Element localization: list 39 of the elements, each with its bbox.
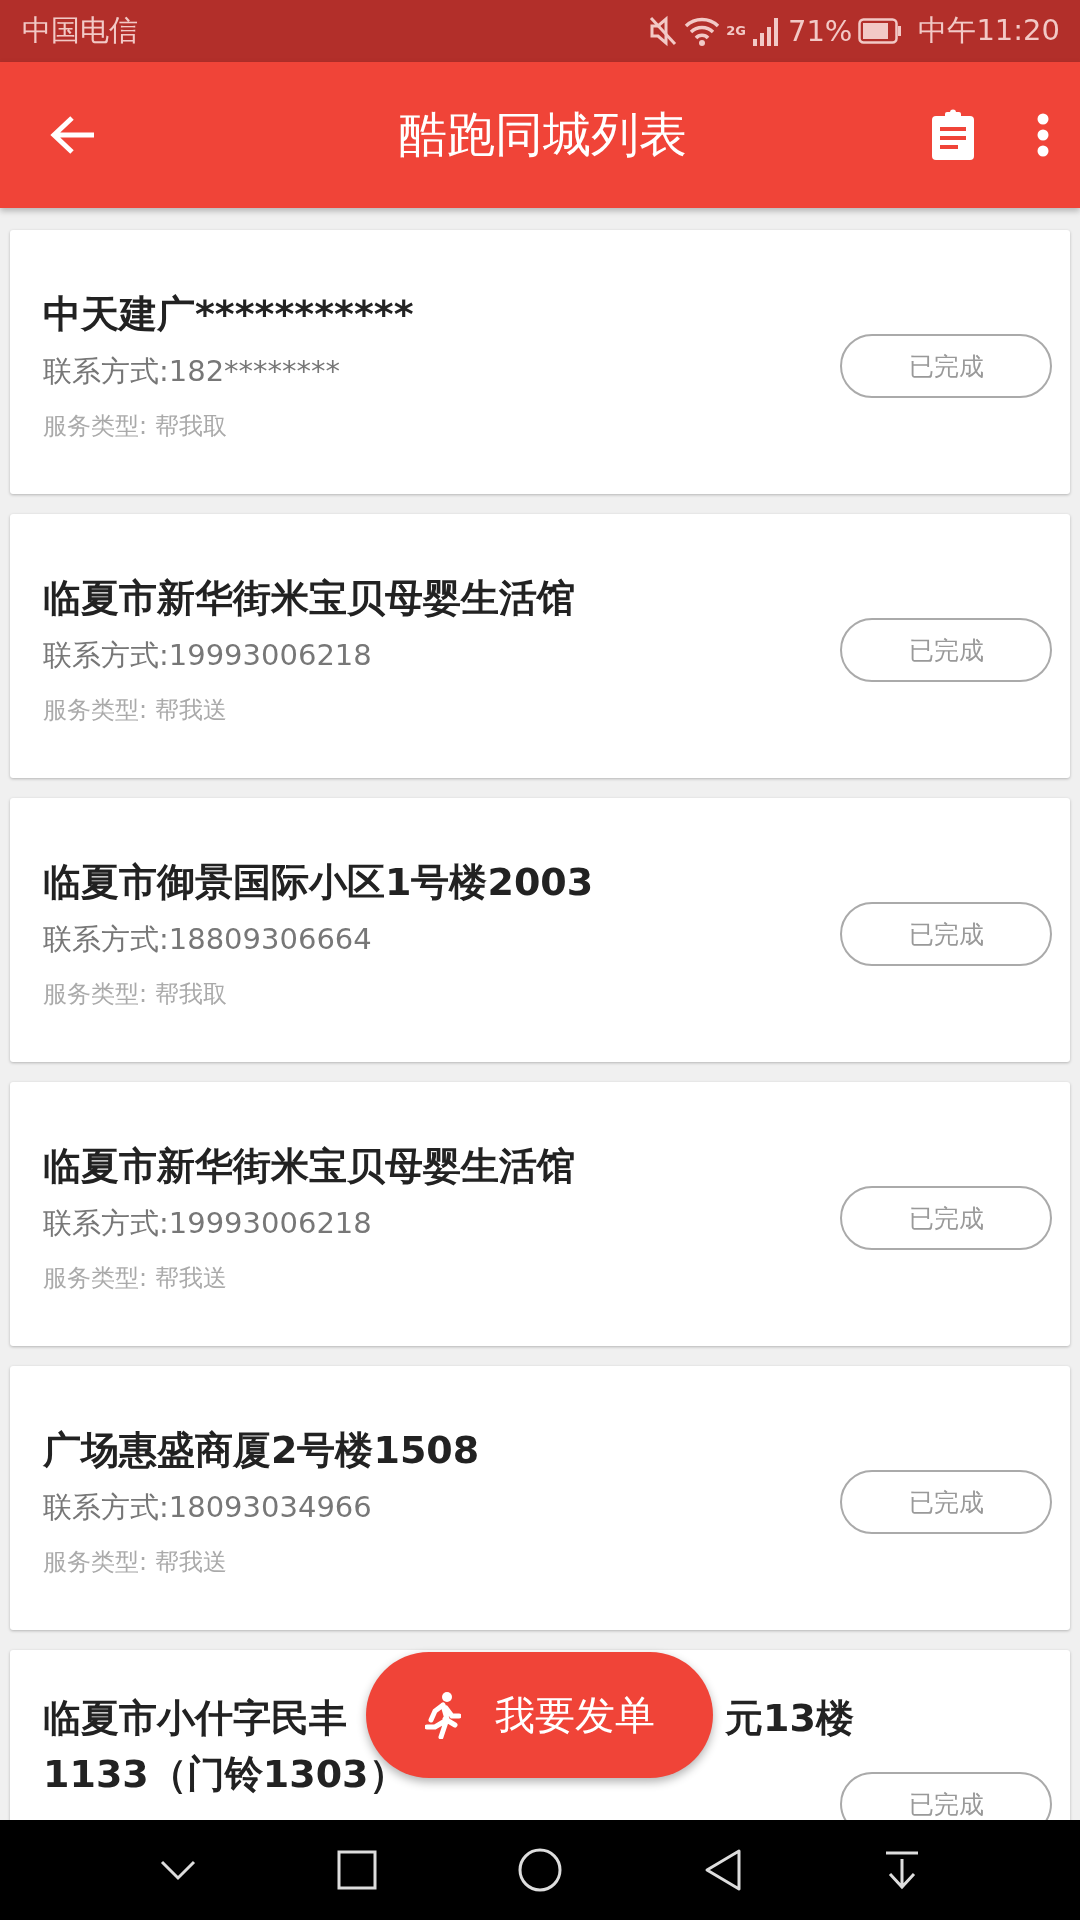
clock-time: 中午11:20 — [918, 12, 1060, 49]
network-type: 2G — [726, 23, 746, 38]
order-title: 临夏市新华街米宝贝母婴生活馆 — [43, 1143, 576, 1190]
contact-info: 联系方式:18093034966 — [43, 1489, 373, 1526]
contact-info: 联系方式:182******** — [43, 353, 342, 390]
mute-icon — [648, 15, 679, 47]
back-arrow-icon — [50, 115, 96, 155]
recents-button[interactable] — [337, 1850, 378, 1890]
order-title: 中天建广*********** — [43, 291, 415, 338]
order-title: 临夏市御景国际小区1号楼2003 — [43, 859, 595, 906]
service-type: 服务类型: 帮我送 — [43, 1547, 228, 1578]
order-title: 元13楼 — [725, 1695, 854, 1742]
wifi-icon — [684, 15, 721, 47]
more-icon — [1036, 113, 1050, 157]
service-type: 服务类型: 帮我取 — [43, 979, 228, 1010]
battery-level: 71% — [787, 14, 853, 48]
collapse-icon[interactable] — [160, 1859, 197, 1881]
order-title: 临夏市新华街米宝贝母婴生活馆 — [43, 575, 576, 622]
status-button[interactable]: 已完成 — [840, 618, 1052, 682]
service-type: 服务类型: 帮我送 — [43, 1263, 228, 1294]
runner-icon — [424, 1691, 461, 1739]
order-title: 广场惠盛商厦2号楼1508 — [43, 1427, 481, 1474]
status-button[interactable]: 已完成 — [840, 1470, 1052, 1534]
carrier-name: 中国电信 — [22, 12, 138, 49]
page-title: 酷跑同城列表 — [398, 105, 688, 164]
order-title: 临夏市小什字民丰 — [43, 1695, 347, 1742]
status-button[interactable]: 已完成 — [840, 1772, 1052, 1820]
status-button[interactable]: 已完成 — [840, 1186, 1052, 1250]
contact-info: 联系方式:19993006218 — [43, 1205, 373, 1242]
service-type: 服务类型: 帮我取 — [43, 411, 228, 442]
status-button[interactable]: 已完成 — [840, 334, 1052, 398]
service-type: 服务类型: 帮我送 — [43, 695, 228, 726]
status-button[interactable]: 已完成 — [840, 902, 1052, 966]
home-button[interactable] — [518, 1848, 562, 1892]
battery-icon — [858, 18, 903, 44]
notification-icon[interactable] — [883, 1850, 920, 1890]
contact-info: 联系方式:18809306664 — [43, 921, 373, 958]
clipboard-icon — [930, 109, 976, 161]
contact-info: 联系方式:19993006218 — [43, 637, 373, 674]
